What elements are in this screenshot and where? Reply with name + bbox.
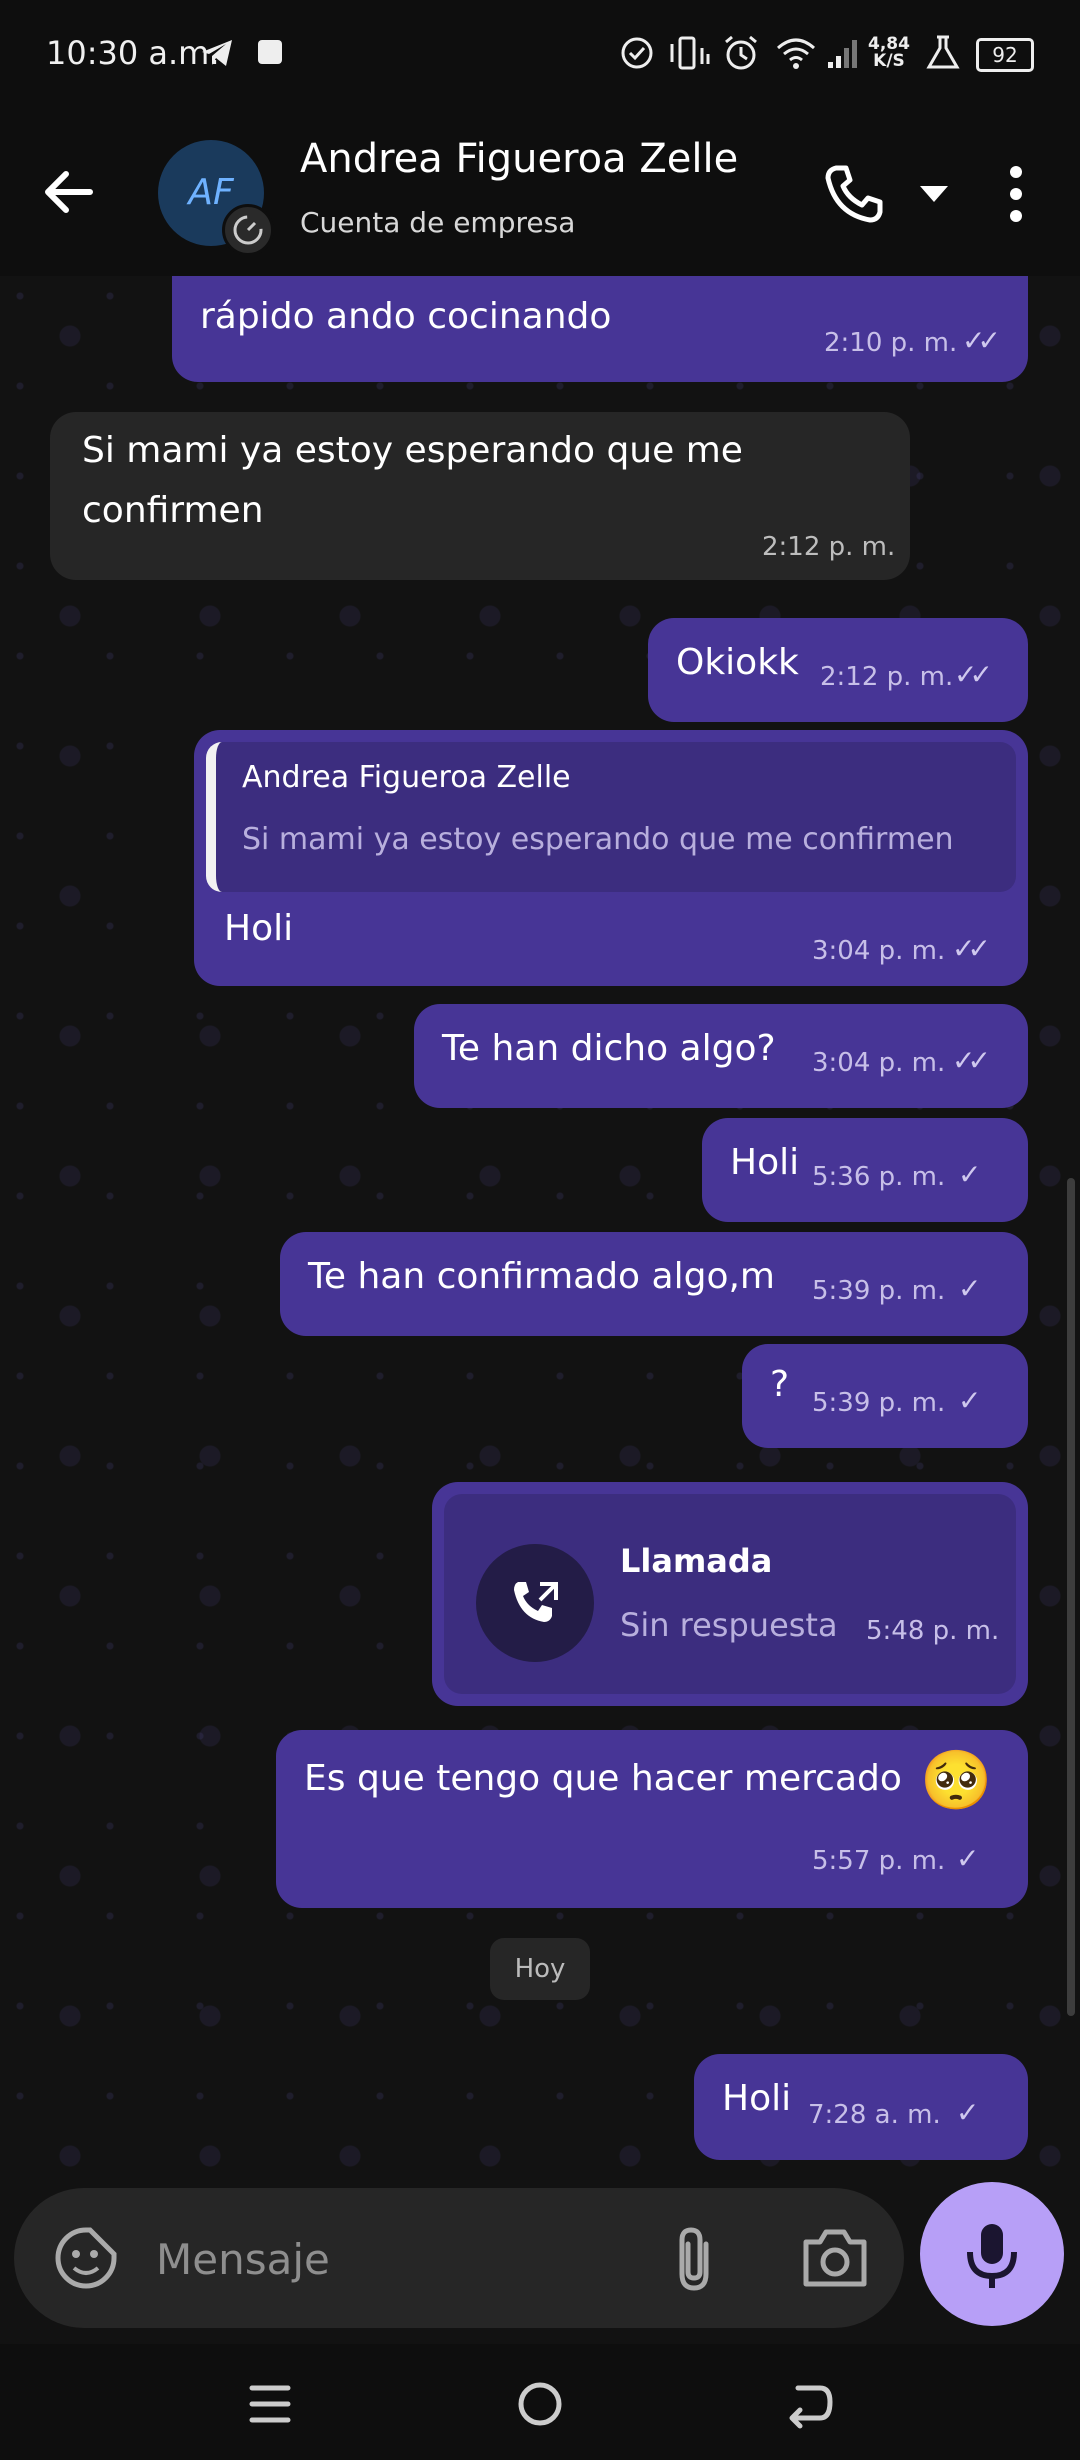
message-text: ? <box>770 1364 790 1405</box>
mic-button[interactable] <box>920 2182 1064 2326</box>
message-bubble-outgoing[interactable]: Okiokk 2:12 p. m. ✓✓ <box>648 618 1028 722</box>
message-bubble-outgoing[interactable]: Holi 7:28 a. m. ✓ <box>694 2054 1028 2160</box>
message-text: Okiokk <box>676 642 799 683</box>
message-time: 2:12 p. m. <box>820 662 954 692</box>
net-speed-unit: K/S <box>873 51 905 71</box>
message-text: Te han dicho algo? <box>442 1028 776 1069</box>
message-composer <box>14 2188 904 2328</box>
business-badge-icon <box>222 204 274 256</box>
message-text-line2: confirmen <box>82 490 264 531</box>
message-time: 5:39 p. m. <box>812 1388 946 1418</box>
sent-check-icon: ✓ <box>958 1158 982 1191</box>
quoted-text: Si mami ya estoy esperando que me confir… <box>242 822 954 857</box>
more-vert-icon[interactable] <box>1000 164 1032 224</box>
menu-icon[interactable] <box>240 2374 300 2434</box>
net-speed: 4,84 K/S <box>868 36 910 70</box>
message-time: 5:36 p. m. <box>812 1162 946 1192</box>
vibrate-icon <box>670 36 710 70</box>
message-text: rápido ando cocinando <box>200 296 612 337</box>
message-time: 5:57 p. m. <box>812 1846 946 1876</box>
call-message-bubble[interactable]: Llamada Sin respuesta 5:48 p. m. <box>432 1482 1028 1706</box>
status-bar: 10:30 a.m. 4,84 K/S 92 <box>0 0 1080 108</box>
message-text: Holi <box>224 908 294 949</box>
quoted-message[interactable]: Andrea Figueroa Zelle Si mami ya estoy e… <box>206 742 1016 892</box>
call-card[interactable]: Llamada Sin respuesta 5:48 p. m. <box>444 1494 1016 1694</box>
read-receipt-icon: ✓✓ <box>952 1044 991 1077</box>
dnd-icon <box>621 37 653 69</box>
flask-icon <box>926 35 960 69</box>
chat-area[interactable]: rápido ando cocinando 2:10 p. m. ✓✓ Si m… <box>0 276 1080 2176</box>
day-separator: Hoy <box>490 1938 590 2000</box>
message-bubble-incoming[interactable]: Si mami ya estoy esperando que me confir… <box>50 412 910 580</box>
sent-check-icon: ✓ <box>958 1384 982 1417</box>
message-bubble-outgoing[interactable]: Es que tengo que hacer mercado 🥺 5:57 p.… <box>276 1730 1028 1908</box>
call-title: Llamada <box>620 1542 773 1580</box>
paperclip-icon[interactable] <box>666 2224 726 2294</box>
camera-icon[interactable] <box>800 2226 870 2290</box>
home-icon[interactable] <box>510 2374 570 2434</box>
read-receipt-icon: ✓✓ <box>954 658 993 691</box>
chat-header: AF Andrea Figueroa Zelle Cuenta de empre… <box>0 108 1080 276</box>
message-time: 5:39 p. m. <box>812 1276 946 1306</box>
system-nav-bar <box>0 2344 1080 2460</box>
message-input[interactable] <box>154 2222 638 2296</box>
message-text: Te han confirmado algo,m <box>308 1256 775 1297</box>
call-status: Sin respuesta <box>620 1606 838 1644</box>
signal-icon <box>828 40 857 68</box>
alarm-icon <box>725 35 757 70</box>
phone-icon[interactable] <box>822 162 886 226</box>
message-time: 3:04 p. m. <box>812 936 946 966</box>
read-receipt-icon: ✓✓ <box>962 324 1001 357</box>
message-bubble-outgoing[interactable]: Te han dicho algo? 3:04 p. m. ✓✓ <box>414 1004 1028 1108</box>
message-text: Es que tengo que hacer mercado <box>304 1758 902 1799</box>
sent-check-icon: ✓ <box>956 1842 980 1875</box>
message-bubble-outgoing[interactable]: rápido ando cocinando 2:10 p. m. ✓✓ <box>172 276 1028 382</box>
scrollbar[interactable] <box>1067 1178 1075 2016</box>
mic-icon <box>967 2224 1017 2288</box>
telegram-icon <box>202 40 232 66</box>
battery-indicator: 92 <box>976 38 1034 72</box>
back-icon[interactable] <box>780 2374 840 2434</box>
message-time: 7:28 a. m. <box>808 2100 941 2130</box>
sticker-icon[interactable] <box>54 2226 118 2290</box>
message-text: Holi <box>722 2078 792 2119</box>
pleading-face-emoji: 🥺 <box>920 1746 993 1814</box>
message-bubble-outgoing-reply[interactable]: Andrea Figueroa Zelle Si mami ya estoy e… <box>194 730 1028 986</box>
message-bubble-outgoing[interactable]: ? 5:39 p. m. ✓ <box>742 1344 1028 1448</box>
notification-square-icon <box>258 40 282 64</box>
sent-check-icon: ✓ <box>958 1272 982 1305</box>
missed-call-icon <box>476 1544 594 1662</box>
contact-name[interactable]: Andrea Figueroa Zelle <box>300 136 738 182</box>
message-bubble-outgoing[interactable]: Holi 5:36 p. m. ✓ <box>702 1118 1028 1222</box>
message-text: Holi <box>730 1142 800 1183</box>
sent-check-icon: ✓ <box>956 2096 980 2129</box>
back-arrow-icon[interactable] <box>38 160 102 224</box>
contact-subtitle: Cuenta de empresa <box>300 206 576 239</box>
message-text-line1: Si mami ya estoy esperando que me <box>82 430 743 471</box>
status-time: 10:30 a.m. <box>46 34 220 72</box>
message-time: 2:10 p. m. <box>824 328 958 358</box>
quoted-author: Andrea Figueroa Zelle <box>242 760 571 795</box>
message-time: 2:12 p. m. <box>762 532 896 562</box>
wifi-icon <box>777 38 815 69</box>
message-time: 5:48 p. m. <box>866 1616 1000 1646</box>
message-time: 3:04 p. m. <box>812 1048 946 1078</box>
dropdown-icon[interactable] <box>918 182 950 206</box>
message-bubble-outgoing[interactable]: Te han confirmado algo,m 5:39 p. m. ✓ <box>280 1232 1028 1336</box>
read-receipt-icon: ✓✓ <box>952 932 991 965</box>
